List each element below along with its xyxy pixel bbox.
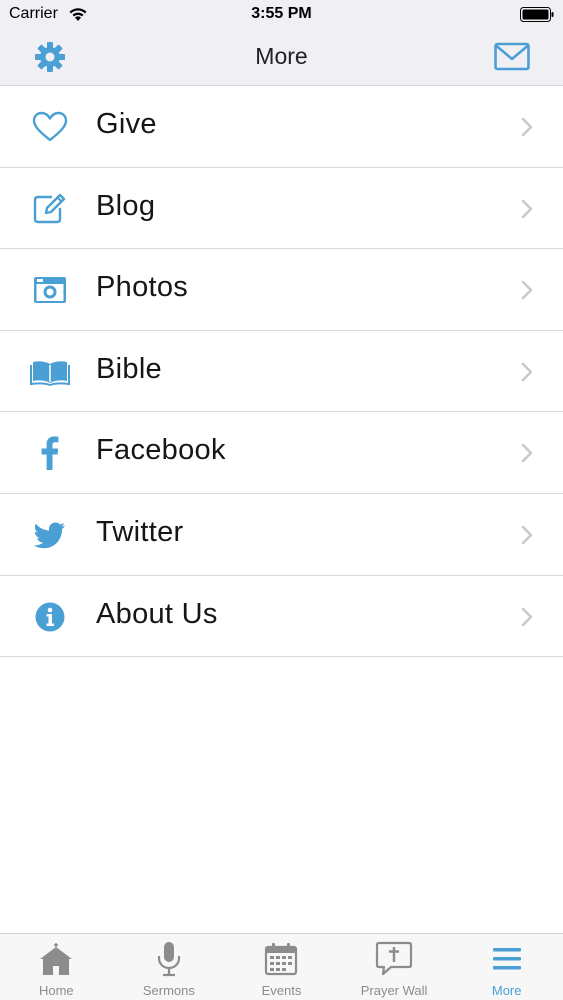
calendar-icon — [262, 941, 300, 977]
navigation-bar: More — [0, 28, 563, 86]
twitter-icon — [30, 516, 70, 554]
tab-more[interactable]: More — [450, 934, 563, 1000]
menu-item-label: Facebook — [96, 434, 226, 467]
menu-item-give[interactable]: Give — [0, 86, 563, 168]
chevron-right-icon — [520, 606, 534, 628]
chevron-right-icon — [520, 198, 534, 220]
book-icon — [30, 353, 70, 391]
info-icon — [30, 598, 70, 636]
mail-icon[interactable] — [494, 42, 530, 72]
chevron-right-icon — [520, 279, 534, 301]
menu-icon — [488, 941, 526, 977]
edit-icon — [30, 190, 70, 228]
tab-bar: Home Sermons Events Prayer Wall More — [0, 933, 563, 1000]
menu-item-label: About Us — [96, 597, 218, 630]
facebook-icon — [30, 434, 70, 472]
tab-label: Events — [261, 983, 302, 998]
tab-home[interactable]: Home — [0, 934, 113, 1000]
home-icon — [37, 941, 75, 977]
tab-sermons[interactable]: Sermons — [113, 934, 226, 1000]
tab-label: More — [491, 983, 522, 998]
page-title: More — [255, 43, 308, 69]
tab-label: Prayer Wall — [360, 983, 428, 998]
menu-item-label: Bible — [96, 352, 162, 385]
tab-label: Sermons — [142, 983, 195, 998]
prayer-icon — [375, 941, 413, 977]
chevron-right-icon — [520, 442, 534, 464]
chevron-right-icon — [520, 524, 534, 546]
menu-item-label: Blog — [96, 189, 156, 222]
more-menu-list: Give Blog Photos Bible Facebook Twitter … — [0, 86, 563, 658]
camera-icon — [30, 271, 70, 309]
menu-item-about-us[interactable]: About Us — [0, 575, 563, 658]
menu-item-photos[interactable]: Photos — [0, 249, 563, 331]
menu-item-bible[interactable]: Bible — [0, 330, 563, 413]
heart-icon — [30, 108, 70, 146]
menu-item-blog[interactable]: Blog — [0, 167, 563, 250]
tab-events[interactable]: Events — [225, 934, 338, 1000]
status-bar: Carrier 3:55 PM — [0, 0, 563, 28]
chevron-right-icon — [520, 361, 534, 383]
menu-item-facebook[interactable]: Facebook — [0, 412, 563, 494]
menu-item-label: Twitter — [96, 515, 184, 548]
menu-item-twitter[interactable]: Twitter — [0, 493, 563, 576]
tab-label: Home — [38, 983, 74, 998]
chevron-right-icon — [520, 116, 534, 138]
menu-item-label: Photos — [96, 271, 189, 304]
menu-item-label: Give — [96, 108, 157, 140]
tab-prayer-wall[interactable]: Prayer Wall — [338, 934, 451, 1000]
battery-icon — [520, 7, 554, 22]
status-time: 3:55 PM — [251, 5, 312, 22]
microphone-icon — [150, 941, 188, 977]
